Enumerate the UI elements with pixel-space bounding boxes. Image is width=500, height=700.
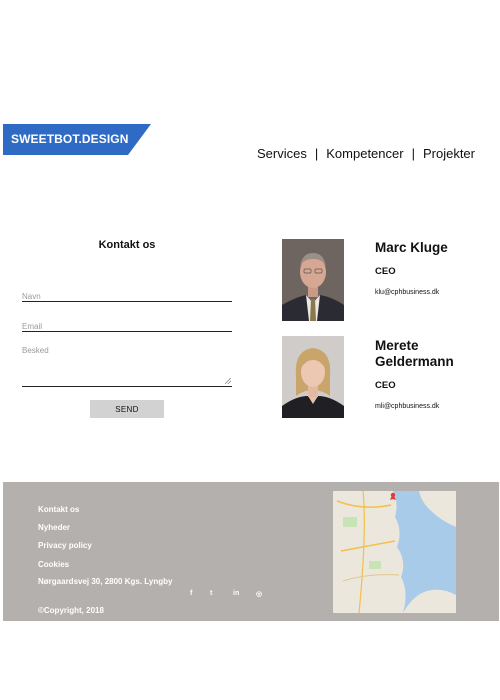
twitter-icon[interactable]: t: [210, 590, 212, 597]
nav-separator: |: [314, 146, 319, 161]
avatar-marc-kluge: [282, 239, 344, 321]
footer-address: Nørgaardsvej 30, 2800 Kgs. Lyngby: [38, 577, 173, 586]
footer-copyright: ©Copyright, 2018: [38, 606, 104, 615]
nav-item-services[interactable]: Services: [257, 146, 307, 161]
email-field-wrapper: [22, 316, 232, 332]
email-input[interactable]: [22, 322, 232, 331]
instagram-icon[interactable]: ◎: [256, 590, 262, 598]
location-map[interactable]: [333, 491, 456, 613]
message-field-wrapper: [22, 346, 232, 387]
facebook-icon[interactable]: f: [190, 590, 192, 597]
nav-item-kompetencer[interactable]: Kompetencer: [326, 146, 403, 161]
portrait-woman-image: [282, 336, 344, 418]
contact-role: CEO: [375, 380, 396, 391]
contact-role: CEO: [375, 266, 396, 277]
contact-name: Merete Geldermann: [375, 338, 454, 369]
contact-form-title: Kontakt os: [98, 239, 156, 251]
contact-email-link[interactable]: klu@cphbusiness.dk: [375, 289, 439, 296]
linkedin-icon[interactable]: in: [233, 590, 239, 597]
footer-link-cookies[interactable]: Cookies: [38, 560, 69, 570]
map-image: [333, 491, 456, 613]
footer-link-nyheder[interactable]: Nyheder: [38, 523, 70, 533]
logo[interactable]: SWEETBOT.DESIGN: [3, 124, 151, 155]
avatar-merete-geldermann: [282, 336, 344, 418]
nav-separator: |: [411, 146, 415, 161]
name-field-wrapper: [22, 286, 232, 302]
logo-text: SWEETBOT.DESIGN: [11, 132, 129, 146]
main-nav: Services | Kompetencer | Projekter: [257, 146, 475, 161]
nav-item-projekter[interactable]: Projekter: [423, 146, 475, 161]
portrait-man-image: [282, 239, 344, 321]
message-textarea[interactable]: [22, 346, 232, 384]
footer-link-privacy[interactable]: Privacy policy: [38, 541, 92, 551]
contact-email-link[interactable]: mli@cphbusiness.dk: [375, 403, 439, 410]
footer-link-kontakt[interactable]: Kontakt os: [38, 505, 79, 515]
contact-name: Marc Kluge: [375, 240, 448, 255]
resize-grip-icon[interactable]: [225, 378, 231, 384]
send-button[interactable]: SEND: [90, 400, 164, 418]
name-input[interactable]: [22, 292, 232, 301]
